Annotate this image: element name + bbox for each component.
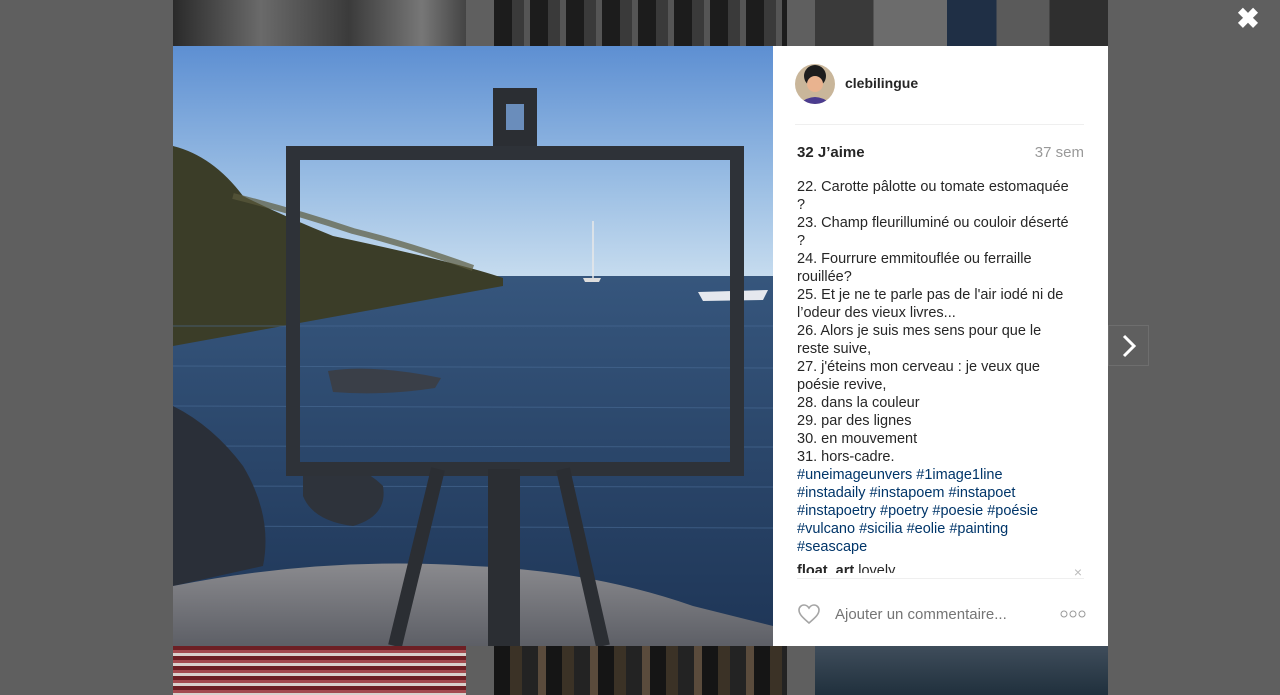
caption-line: 25. Et je ne te parle pas de l'air iodé … [797, 287, 1068, 321]
background-thumbnail [494, 646, 787, 695]
divider [797, 578, 1084, 579]
comment-username[interactable]: float_art [797, 563, 854, 573]
background-thumbnail [815, 0, 1108, 46]
post-meta: 32 J’aime 37 sem [797, 144, 1084, 161]
caption-line: 23. Champ fleurilluminé ou couloir déser… [797, 215, 1069, 249]
caption-line: 26. Alors je suis mes sens pour que le r… [797, 323, 1046, 357]
post-caption: 22. Carotte pâlotte ou tomate estomaquée… [797, 178, 1070, 573]
next-post-button[interactable] [1108, 325, 1149, 366]
avatar-image [795, 64, 835, 104]
post-timestamp[interactable]: 37 sem [1035, 144, 1084, 161]
caption-line: 29. par des lignes [797, 413, 912, 429]
caption-line: 22. Carotte pâlotte ou tomate estomaquée… [797, 179, 1069, 213]
add-comment-bar [797, 602, 1086, 626]
caption-line: 28. dans la couleur [797, 395, 920, 411]
caption-line: 31. hors-cadre. [797, 449, 895, 465]
comment-text: lovely [858, 563, 896, 573]
background-thumbnail [173, 646, 466, 695]
comment: float_art lovely [797, 562, 1070, 573]
hashtags[interactable]: #uneimageunvers #1image1line #instadaily… [797, 466, 1070, 556]
background-thumbnail [173, 0, 466, 46]
post-header: clebilingue [795, 64, 1084, 125]
post-sidebar: clebilingue 32 J’aime 37 sem 22. Carotte… [773, 46, 1108, 646]
caption-line: 24. Fourrure emmitouflée ou ferraille ro… [797, 251, 1036, 285]
background-thumbnail [815, 646, 1108, 695]
close-icon[interactable]: ✖ [1235, 5, 1261, 33]
caption-line: 30. en mouvement [797, 431, 918, 447]
likes-count[interactable]: 32 J’aime [797, 144, 865, 161]
add-comment-input[interactable] [833, 604, 1060, 624]
photo-illustration [173, 46, 773, 646]
post-modal: clebilingue 32 J’aime 37 sem 22. Carotte… [173, 46, 1108, 646]
username[interactable]: clebilingue [845, 75, 918, 91]
more-options-icon[interactable] [1060, 610, 1086, 618]
caption-line: 27. j'éteins mon cerveau : je veux que p… [797, 359, 1044, 393]
heart-icon[interactable] [797, 603, 821, 625]
avatar[interactable] [795, 64, 835, 104]
chevron-right-icon [1122, 334, 1136, 357]
post-photo [173, 46, 773, 646]
background-thumbnail [494, 0, 787, 46]
